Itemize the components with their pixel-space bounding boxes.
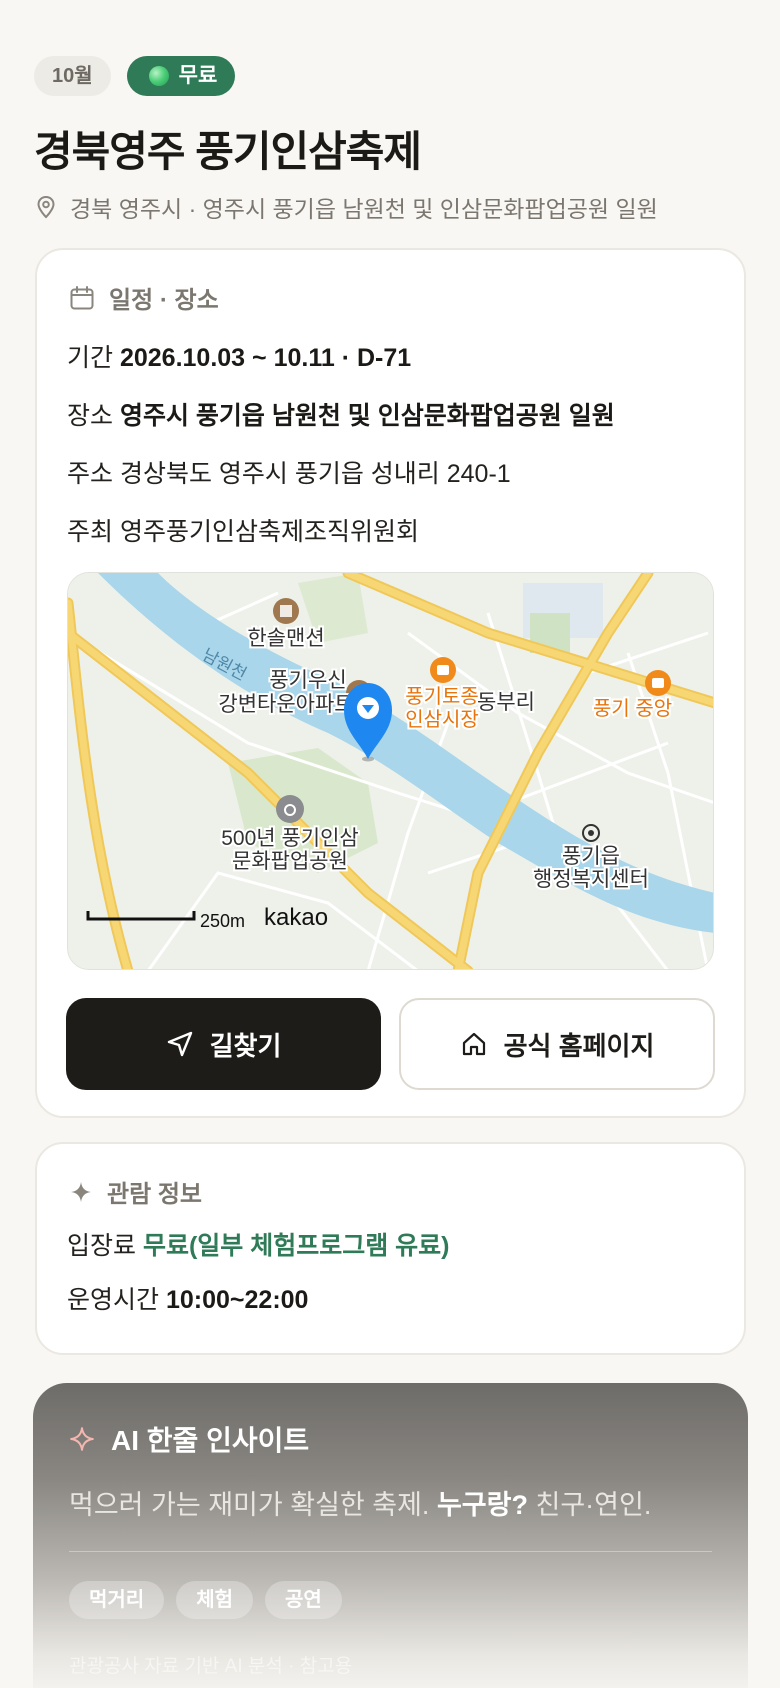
- map-label-market-1: 풍기토종: [405, 685, 479, 708]
- sparkle-icon: [71, 1181, 91, 1202]
- ai-text-who: 누구랑?: [436, 1490, 528, 1520]
- host-row: 주최 영주풍기인삼축제조직위원회: [67, 512, 419, 548]
- navigation-arrow-icon: [167, 1031, 192, 1057]
- location-map[interactable]: 한솔맨션 풍기우신 강변타운아파트 동부리 500년 풍기인삼 문화팝업공원 풍…: [67, 572, 714, 970]
- address-row: 주소 경상북도 영주시 풍기읍 성내리 240-1: [67, 454, 511, 490]
- place-label: 장소: [67, 402, 114, 430]
- map-label-apt-1: 풍기우신: [269, 669, 346, 692]
- place-value: 영주시 풍기읍 남원천 및 인삼문화팝업공원 일원: [119, 402, 615, 430]
- address-value: 경상북도 영주시 풍기읍 성내리 240-1: [119, 460, 511, 488]
- camera-icon: [276, 795, 304, 823]
- hours-value: 10:00~22:00: [165, 1286, 309, 1314]
- map-label-village: 동부리: [477, 691, 535, 714]
- period-value: 2026.10.03 ~ 10.11 · D-71: [119, 344, 412, 372]
- tag-food[interactable]: 먹거리: [69, 1581, 165, 1619]
- location-row: 경북 영주시 · 영주시 풍기읍 남원천 및 인삼문화팝업공원 일원: [36, 190, 658, 224]
- map-label-park-1: 500년 풍기인삼: [221, 827, 358, 850]
- directions-button[interactable]: 길찾기: [66, 998, 381, 1090]
- ai-text-main: 먹으러 가는 재미가 확실한 축제.: [69, 1490, 430, 1520]
- page-title: 경북영주 풍기인삼축제: [34, 128, 422, 175]
- map-scale-label: 250m: [200, 911, 245, 931]
- map-label-apt-2: 강변타운아파트: [218, 693, 353, 716]
- host-value: 영주풍기인삼축제조직위원회: [119, 518, 419, 546]
- map-label-market-right: 풍기 중앙: [593, 697, 672, 720]
- visit-info-card: 관람 정보 입장료 무료(일부 체험프로그램 유료) 운영시간 10:00~22…: [35, 1142, 746, 1355]
- location-pin-icon: [37, 195, 55, 219]
- kakao-logo: kakao: [264, 904, 328, 931]
- hours-label: 운영시간: [67, 1286, 160, 1314]
- map-label-office-1: 풍기읍: [562, 845, 620, 868]
- period-row: 기간 2026.10.03 ~ 10.11 · D-71: [67, 338, 411, 374]
- period-label: 기간: [67, 344, 114, 372]
- ai-insight-title: AI 한줄 인사이트: [111, 1425, 310, 1456]
- host-label: 주최: [67, 518, 114, 546]
- ai-sparkle-icon: [70, 1427, 94, 1451]
- month-chip: 10월: [34, 56, 111, 96]
- schedule-section-title: 일정 · 장소: [109, 287, 219, 314]
- green-dot-icon: [148, 66, 169, 86]
- info-section-title: 관람 정보: [107, 1181, 202, 1208]
- address-label: 주소: [67, 460, 114, 488]
- ai-insight-text: 먹으러 가는 재미가 확실한 축제. 누구랑? 친구·연인.: [69, 1483, 651, 1522]
- hours-row: 운영시간 10:00~22:00: [67, 1280, 308, 1316]
- calendar-icon: [70, 285, 94, 309]
- location-text: 경북 영주시 · 영주시 풍기읍 남원천 및 인삼문화팝업공원 일원: [70, 196, 658, 222]
- schedule-section-header: 일정 · 장소: [69, 280, 219, 315]
- homepage-button-label: 공식 홈페이지: [503, 1030, 655, 1061]
- ai-divider: [69, 1551, 712, 1552]
- ai-insight-header: AI 한줄 인사이트: [69, 1419, 309, 1459]
- fee-label: 입장료: [67, 1232, 137, 1260]
- tag-experience[interactable]: 체험: [176, 1581, 254, 1619]
- home-icon: [462, 1032, 485, 1056]
- map-canvas[interactable]: 한솔맨션 풍기우신 강변타운아파트 동부리 500년 풍기인삼 문화팝업공원 풍…: [68, 573, 714, 970]
- homepage-button[interactable]: 공식 홈페이지: [399, 998, 715, 1090]
- ai-tag-list: 먹거리 체험 공연: [69, 1581, 342, 1619]
- tag-performance[interactable]: 공연: [265, 1581, 342, 1619]
- header-chips: 10월 무료: [34, 56, 236, 96]
- info-section-header: 관람 정보: [69, 1174, 202, 1209]
- directions-button-label: 길찾기: [209, 1030, 282, 1061]
- place-row: 장소 영주시 풍기읍 남원천 및 인삼문화팝업공원 일원: [67, 396, 615, 432]
- map-label-mansion: 한솔맨션: [247, 627, 324, 650]
- fee-row: 입장료 무료(일부 체험프로그램 유료): [67, 1226, 450, 1262]
- map-label-market-2: 인삼시장: [405, 708, 479, 731]
- schedule-card: 일정 · 장소 기간 2026.10.03 ~ 10.11 · D-71 장소 …: [35, 248, 746, 1118]
- festival-detail-page: 10월 무료 경북영주 풍기인삼축제 경북 영주시 · 영주시 풍기읍 남원천 …: [0, 0, 780, 1688]
- fee-value: 무료(일부 체험프로그램 유료): [142, 1232, 450, 1260]
- free-chip-label: 무료: [178, 64, 218, 87]
- map-label-park-2: 문화팝업공원: [232, 850, 348, 873]
- ai-text-tail: 친구·연인.: [535, 1490, 652, 1520]
- map-label-office-2: 행정복지센터: [533, 868, 649, 891]
- ai-footnote: 관광공사 자료 기반 AI 분석 · 참고용: [69, 1656, 353, 1677]
- free-chip: 무료: [126, 56, 236, 96]
- ai-insight-card: AI 한줄 인사이트 먹으러 가는 재미가 확실한 축제. 누구랑? 친구·연인…: [33, 1383, 748, 1688]
